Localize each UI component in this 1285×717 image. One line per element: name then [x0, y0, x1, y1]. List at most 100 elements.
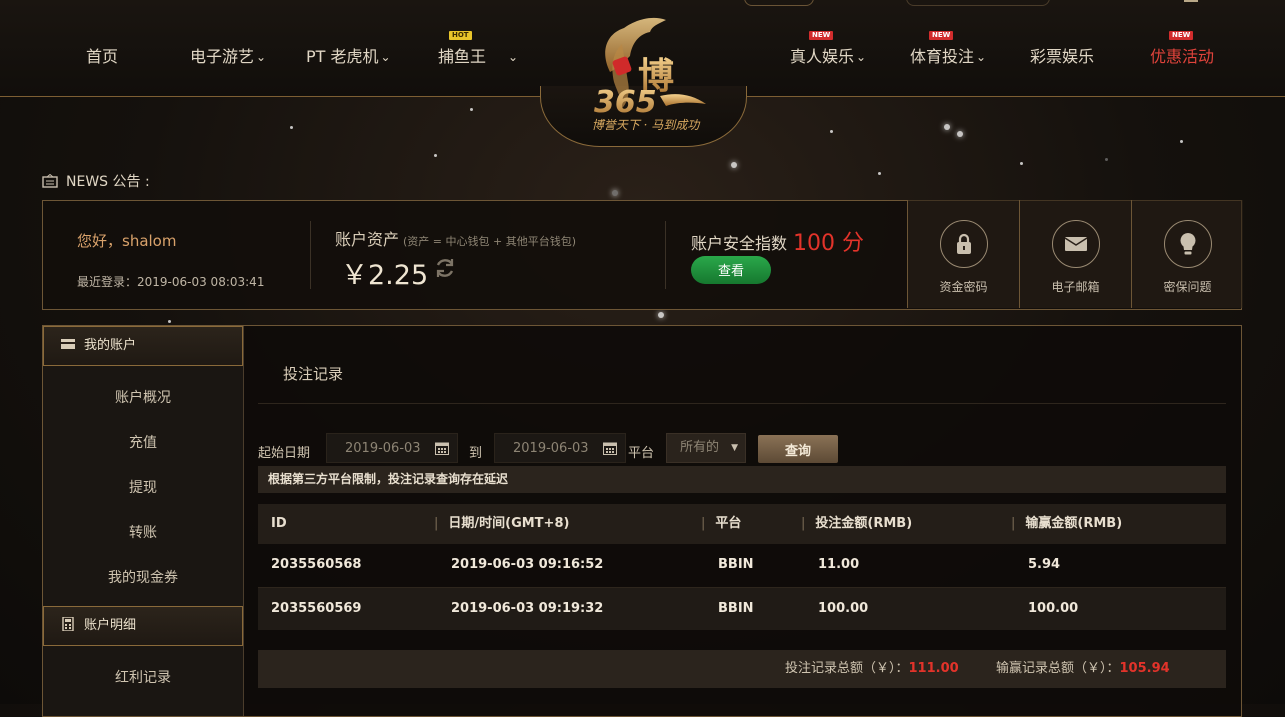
cell-platform: BBIN — [718, 601, 754, 616]
sidebar-item-overview[interactable]: 账户概况 — [43, 387, 243, 407]
security-score: 100 分 — [793, 231, 865, 256]
view-security-button[interactable]: 查看 — [691, 256, 771, 284]
chevron-down-icon: ⌄ — [380, 50, 391, 64]
hot-badge: HOT — [449, 31, 472, 40]
delay-notice: 根据第三方平台限制，投注记录查询存在延迟 — [258, 466, 1226, 493]
svg-text:365: 365 — [594, 85, 657, 120]
start-date-input[interactable]: 2019-06-03 — [326, 433, 458, 463]
star-decoration — [957, 131, 963, 137]
start-date-label: 起始日期 — [258, 446, 311, 461]
chevron-down-icon: ⌄ — [508, 50, 519, 64]
nav-promotions[interactable]: 优惠活动 — [1150, 43, 1214, 67]
win-total: 输赢记录总额（￥）：105.94 — [996, 661, 1170, 676]
brand-slogan: 博誉天下 · 马到成功 — [591, 118, 700, 132]
asset-note: (资产 = 中心钱包 + 其他平台钱包) — [403, 235, 577, 248]
card-icon — [61, 339, 75, 349]
col-id: ID — [271, 516, 287, 531]
star-decoration — [830, 130, 833, 133]
cell-id: 2035560569 — [271, 601, 362, 616]
news-icon — [42, 174, 58, 188]
cell-bet: 100.00 — [818, 601, 869, 616]
page-title: 投注记录 — [283, 365, 344, 383]
tile-label: 资金密码 — [939, 280, 988, 294]
bet-total: 投注记录总额（￥）：111.00 — [785, 661, 959, 676]
mail-icon — [1064, 237, 1087, 251]
col-bet-amount: | 投注金额(RMB) — [801, 516, 913, 531]
account-summary: 您好，shalom 最近登录：2019-06-03 08:03:41 账户资产(… — [42, 200, 1243, 310]
tile-security-question[interactable]: 密保问题 — [1131, 200, 1243, 308]
news-label: NEWS 公告 : — [66, 174, 150, 190]
asset-value: ￥2.25 — [341, 260, 429, 291]
login-pill[interactable] — [744, 0, 814, 6]
star-decoration — [168, 320, 171, 323]
cell-win: 100.00 — [1028, 601, 1079, 616]
platform-label: 平台 — [628, 446, 655, 461]
cell-datetime: 2019-06-03 09:19:32 — [451, 601, 604, 616]
cell-bet: 11.00 — [818, 557, 860, 572]
main-panel: 投注记录 起始日期 2019-06-03 到 2019-06-03 平台 所有的… — [258, 326, 1226, 716]
star-decoration — [434, 154, 437, 157]
table-row: 2035560568 2019-06-03 09:16:52 BBIN 11.0… — [258, 544, 1226, 586]
sidebar-section-account-details[interactable]: 账户明细 — [43, 606, 243, 646]
star-decoration — [1180, 140, 1183, 143]
table-row: 2035560569 2019-06-03 09:19:32 BBIN 100.… — [258, 587, 1226, 630]
tile-label: 电子邮箱 — [1051, 280, 1100, 294]
nav-live-casino[interactable]: 真人娱乐 ⌄ — [790, 43, 866, 67]
nav-lottery[interactable]: 彩票娱乐 — [1030, 43, 1094, 67]
nav-fishing[interactable]: 捕鱼王 ⌄ — [438, 43, 518, 67]
cell-win: 5.94 — [1028, 557, 1061, 572]
star-decoration — [1105, 158, 1108, 161]
lock-icon — [956, 233, 971, 254]
star-decoration — [1020, 162, 1023, 165]
col-platform: | 平台 — [701, 516, 742, 531]
sidebar-item-transfer[interactable]: 转账 — [43, 522, 243, 542]
last-login: 最近登录：2019-06-03 08:03:41 — [77, 275, 265, 289]
refresh-icon[interactable] — [433, 256, 457, 280]
nav-egames[interactable]: 电子游艺 ⌄ — [190, 43, 266, 67]
platform-select[interactable]: 所有的 ▼ — [666, 433, 746, 463]
calendar-icon[interactable] — [435, 441, 449, 455]
query-button[interactable]: 查询 — [758, 435, 838, 463]
star-decoration — [612, 190, 618, 196]
new-badge: NEW — [809, 31, 834, 40]
bulb-icon — [1180, 233, 1195, 255]
star-decoration — [658, 312, 664, 318]
cell-id: 2035560568 — [271, 557, 362, 572]
to-label: 到 — [469, 446, 483, 461]
sidebar: 我的账户 账户概况 充值 提现 转账 我的现金券 账户明细 红利记录 — [43, 326, 244, 716]
calculator-icon — [62, 617, 74, 631]
sidebar-item-bonus-records[interactable]: 红利记录 — [43, 667, 243, 687]
security-label: 账户安全指数 100 分 — [691, 231, 865, 256]
caret-down-icon: ▼ — [731, 443, 738, 453]
search-pill[interactable] — [906, 0, 1050, 6]
star-decoration — [944, 124, 950, 130]
cell-datetime: 2019-06-03 09:16:52 — [451, 557, 604, 572]
nav-home[interactable]: 首页 — [86, 43, 118, 67]
star-decoration — [878, 172, 881, 175]
sidebar-item-deposit[interactable]: 充值 — [43, 432, 243, 452]
calendar-icon[interactable] — [603, 441, 617, 455]
divider — [258, 403, 1226, 404]
news-bar: NEWS 公告 : — [42, 171, 150, 191]
nav-sports[interactable]: 体育投注 ⌄ — [910, 43, 986, 67]
end-date-input[interactable]: 2019-06-03 — [494, 433, 626, 463]
chevron-down-icon: ⌄ — [976, 50, 987, 64]
tile-email[interactable]: 电子邮箱 — [1019, 200, 1131, 308]
sidebar-section-my-account[interactable]: 我的账户 — [43, 326, 243, 366]
col-win-amount: | 输赢金额(RMB) — [1011, 516, 1123, 531]
chevron-down-icon: ⌄ — [256, 50, 267, 64]
nav-pt-slots[interactable]: PT 老虎机 ⌄ — [306, 43, 391, 67]
user-icon[interactable] — [1184, 0, 1198, 2]
asset-label: 账户资产 (资产 = 中心钱包 + 其他平台钱包) — [335, 230, 577, 249]
sidebar-item-withdraw[interactable]: 提现 — [43, 477, 243, 497]
star-decoration — [731, 162, 737, 168]
star-decoration — [470, 108, 473, 111]
chevron-down-icon: ⌄ — [856, 50, 867, 64]
new-badge: NEW — [929, 31, 954, 40]
table-header: ID | 日期/时间(GMT+8) | 平台 | 投注金额(RMB) | 输赢金额(RM… — [258, 504, 1226, 544]
sidebar-item-coupons[interactable]: 我的现金券 — [43, 567, 243, 587]
content-frame: 我的账户 账户概况 充值 提现 转账 我的现金券 账户明细 红利记录 投注记录 … — [42, 325, 1242, 717]
new-badge: NEW — [1169, 31, 1194, 40]
tile-fund-password[interactable]: 资金密码 — [907, 200, 1019, 308]
totals-bar: 投注记录总额（￥）：111.00 输赢记录总额（￥）：105.94 — [258, 650, 1226, 688]
